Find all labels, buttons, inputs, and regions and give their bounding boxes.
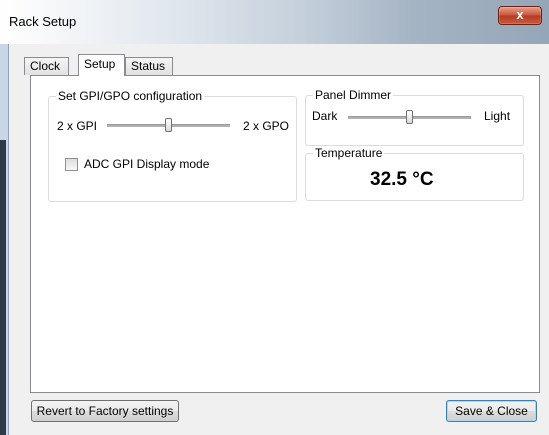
close-button[interactable]: x (498, 6, 542, 25)
save-close-button-label: Save & Close (455, 404, 528, 418)
tab-clock[interactable]: Clock (24, 57, 69, 75)
adc-gpi-display-label: ADC GPI Display mode (84, 157, 210, 171)
tab-status[interactable]: Status (125, 57, 173, 75)
revert-button-label: Revert to Factory settings (36, 404, 174, 418)
temperature-group-label: Temperature (313, 146, 385, 160)
gpi-label: 2 x GPI (57, 119, 98, 133)
gpio-config-group: Set GPI/GPO configuration 2 x GPI 2 x GP… (48, 89, 297, 202)
tab-setup[interactable]: Setup (78, 54, 125, 76)
tab-clock-label: Clock (30, 59, 61, 73)
gpio-slider-thumb[interactable] (165, 118, 172, 132)
tab-setup-label: Setup (84, 57, 116, 71)
gpo-label: 2 x GPO (243, 119, 290, 133)
window-left-edge (0, 140, 6, 435)
tab-status-label: Status (131, 59, 166, 73)
adc-gpi-display-checkbox[interactable] (65, 158, 78, 171)
temperature-group: Temperature 32.5 °C (305, 146, 524, 201)
revert-factory-settings-button[interactable]: Revert to Factory settings (31, 400, 179, 422)
dimmer-light-label: Light (484, 109, 511, 123)
dimmer-slider-thumb[interactable] (406, 110, 413, 124)
gpio-slider[interactable] (107, 117, 230, 135)
setup-tab-panel: Set GPI/GPO configuration 2 x GPI 2 x GP… (30, 75, 540, 393)
gpio-group-label: Set GPI/GPO configuration (56, 89, 205, 103)
window-title: Rack Setup (9, 14, 77, 29)
temperature-value: 32.5 °C (370, 169, 434, 190)
dimmer-dark-label: Dark (312, 109, 338, 123)
close-icon: x (516, 7, 524, 22)
rack-setup-window: Rack Setup x Clock Setup Status Set GPI/… (0, 0, 549, 435)
title-bar[interactable]: Rack Setup x (0, 0, 549, 44)
save-close-button[interactable]: Save & Close (446, 400, 537, 422)
dimmer-slider[interactable] (348, 109, 471, 127)
dimmer-group-label: Panel Dimmer (313, 88, 394, 102)
panel-dimmer-group: Panel Dimmer Dark Light (305, 88, 524, 146)
